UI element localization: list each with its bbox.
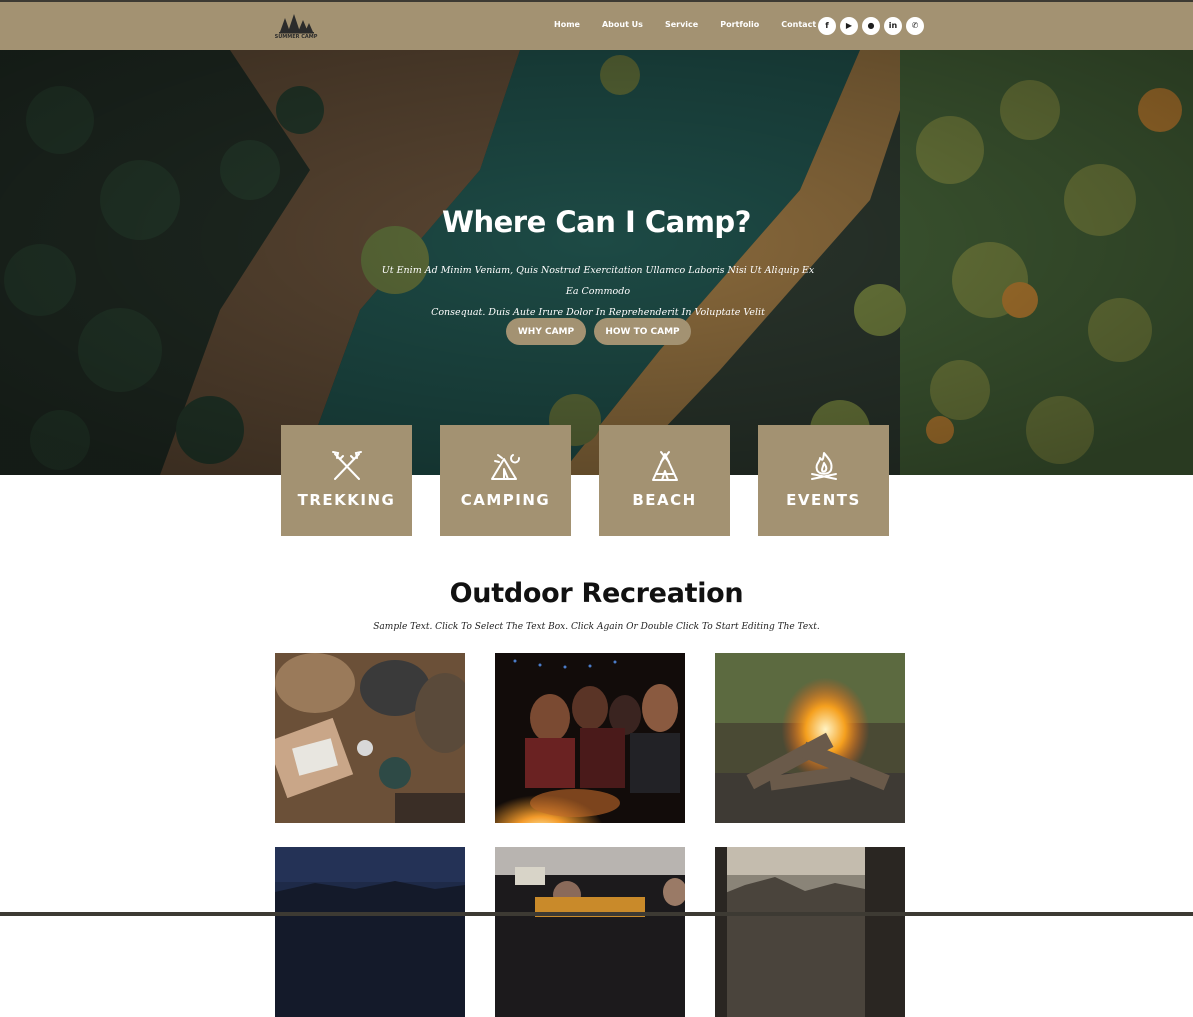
nav-portfolio[interactable]: Portfolio	[717, 20, 762, 29]
linkedin-icon[interactable]: in	[884, 17, 902, 35]
night-mountains-image	[275, 847, 465, 1017]
photo-bonfire[interactable]	[715, 653, 905, 823]
section-title: Outdoor Recreation	[449, 578, 744, 609]
category-label: TREKKING	[297, 491, 396, 509]
why-camp-button[interactable]: WHY CAMP	[506, 318, 586, 345]
whatsapp-icon[interactable]: ✆	[906, 17, 924, 35]
photo-night-mountains[interactable]	[275, 847, 465, 1017]
nav-service[interactable]: Service	[662, 20, 701, 29]
nav-about-us[interactable]: About Us	[599, 20, 646, 29]
category-label: BEACH	[632, 491, 697, 509]
nav-home[interactable]: Home	[551, 20, 583, 29]
how-to-camp-button[interactable]: HOW TO CAMP	[594, 318, 691, 345]
misty-peaks-image	[715, 847, 905, 1017]
header-navbar: SUMMER CAMP Home About Us Service Portfo…	[0, 2, 1193, 50]
photo-van-friends[interactable]	[495, 847, 685, 1017]
photo-campfire-group[interactable]	[495, 653, 685, 823]
friends-picnic-image	[275, 653, 465, 823]
category-label: EVENTS	[786, 491, 861, 509]
facebook-icon[interactable]: f	[818, 17, 836, 35]
bottom-border	[0, 912, 1193, 916]
category-card-events[interactable]: EVENTS	[758, 425, 889, 536]
github-icon[interactable]: ●	[862, 17, 880, 35]
social-links: f ▶ ● in ✆	[818, 17, 928, 35]
main-nav: Home About Us Service Portfolio Contact	[551, 20, 835, 29]
campfire-group-image	[495, 653, 685, 823]
logo[interactable]: SUMMER CAMP	[274, 10, 318, 46]
van-friends-image	[495, 847, 685, 1017]
category-label: CAMPING	[460, 491, 551, 509]
section-subtitle[interactable]: Sample Text. Click To Select The Text Bo…	[0, 622, 1193, 632]
category-card-trekking[interactable]: TREKKING	[281, 425, 412, 536]
campfire-icon	[811, 452, 837, 480]
photo-misty-peaks[interactable]	[715, 847, 905, 1017]
hero-subtitle-line1: Ut Enim Ad Minim Veniam, Quis Nostrud Ex…	[381, 265, 815, 297]
trekking-poles-icon	[332, 451, 362, 480]
beach-tent-icon	[652, 451, 678, 481]
nav-contact[interactable]: Contact	[778, 20, 819, 29]
hero-subtitle: Ut Enim Ad Minim Veniam, Quis Nostrud Ex…	[376, 260, 820, 323]
youtube-icon[interactable]: ▶	[840, 17, 858, 35]
hero-subtitle-line2: Consequat. Duis Aute Irure Dolor In Repr…	[431, 307, 765, 318]
pine-trees-logo-icon	[279, 14, 314, 34]
category-card-beach[interactable]: BEACH	[599, 425, 730, 536]
photo-friends-picnic[interactable]	[275, 653, 465, 823]
bonfire-image	[715, 653, 905, 823]
logo-text: SUMMER CAMP	[274, 34, 318, 40]
category-card-camping[interactable]: CAMPING	[440, 425, 571, 536]
camping-tent-icon	[491, 454, 520, 480]
hero-section: Where Can I Camp? Ut Enim Ad Minim Venia…	[0, 50, 1193, 475]
hero-title: Where Can I Camp?	[442, 205, 752, 239]
